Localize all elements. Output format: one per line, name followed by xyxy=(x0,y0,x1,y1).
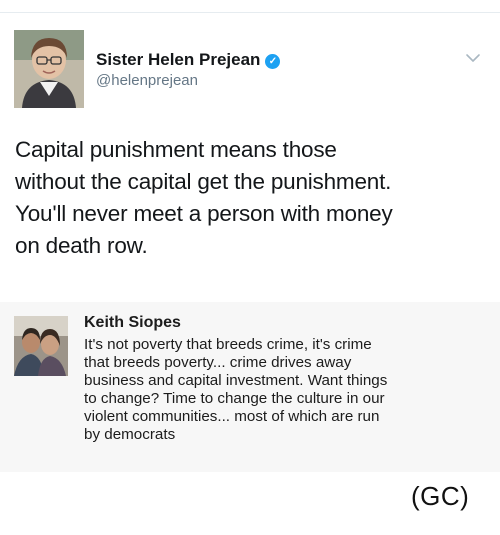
reply-author-name[interactable]: Keith Siopes xyxy=(84,314,181,332)
author-name[interactable]: Sister Helen Prejean ✓ xyxy=(96,50,281,70)
reply-text-line: by democrats xyxy=(84,426,176,443)
reply-text-line: It's not poverty that breeds crime, it's… xyxy=(84,336,372,353)
author-handle[interactable]: @helenprejean xyxy=(96,72,198,89)
reply-text-line: that breeds poverty... crime drives away xyxy=(84,354,352,371)
chevron-down-icon[interactable] xyxy=(464,51,482,65)
verified-badge-icon: ✓ xyxy=(265,54,281,69)
reply-card: Keith Siopes It's not poverty that breed… xyxy=(0,302,500,472)
tweet-text-line: Capital punishment means those xyxy=(15,137,337,162)
reply-author-photo xyxy=(14,316,68,376)
caption-text: (GC) xyxy=(411,481,470,511)
reply-text-line: violent communities... most of which are… xyxy=(84,408,380,425)
reply-text-line: business and capital investment. Want th… xyxy=(84,372,388,389)
tweet-card: Sister Helen Prejean ✓ @helenprejean Capi… xyxy=(0,13,500,315)
author-name-text: Sister Helen Prejean xyxy=(96,50,261,69)
reply-text-line: to change? Time to change the culture in… xyxy=(84,390,385,407)
reply-text: It's not poverty that breeds crime, it's… xyxy=(84,336,494,444)
tweet-text: Capital punishment means those without t… xyxy=(15,134,495,262)
reply-author-avatar[interactable] xyxy=(14,316,68,376)
tweet-text-line: on death row. xyxy=(15,233,148,258)
author-photo xyxy=(14,30,84,108)
tweet-text-line: You'll never meet a person with money xyxy=(15,201,393,226)
tweet-text-line: without the capital get the punishment. xyxy=(15,169,392,194)
author-avatar[interactable] xyxy=(14,30,84,108)
